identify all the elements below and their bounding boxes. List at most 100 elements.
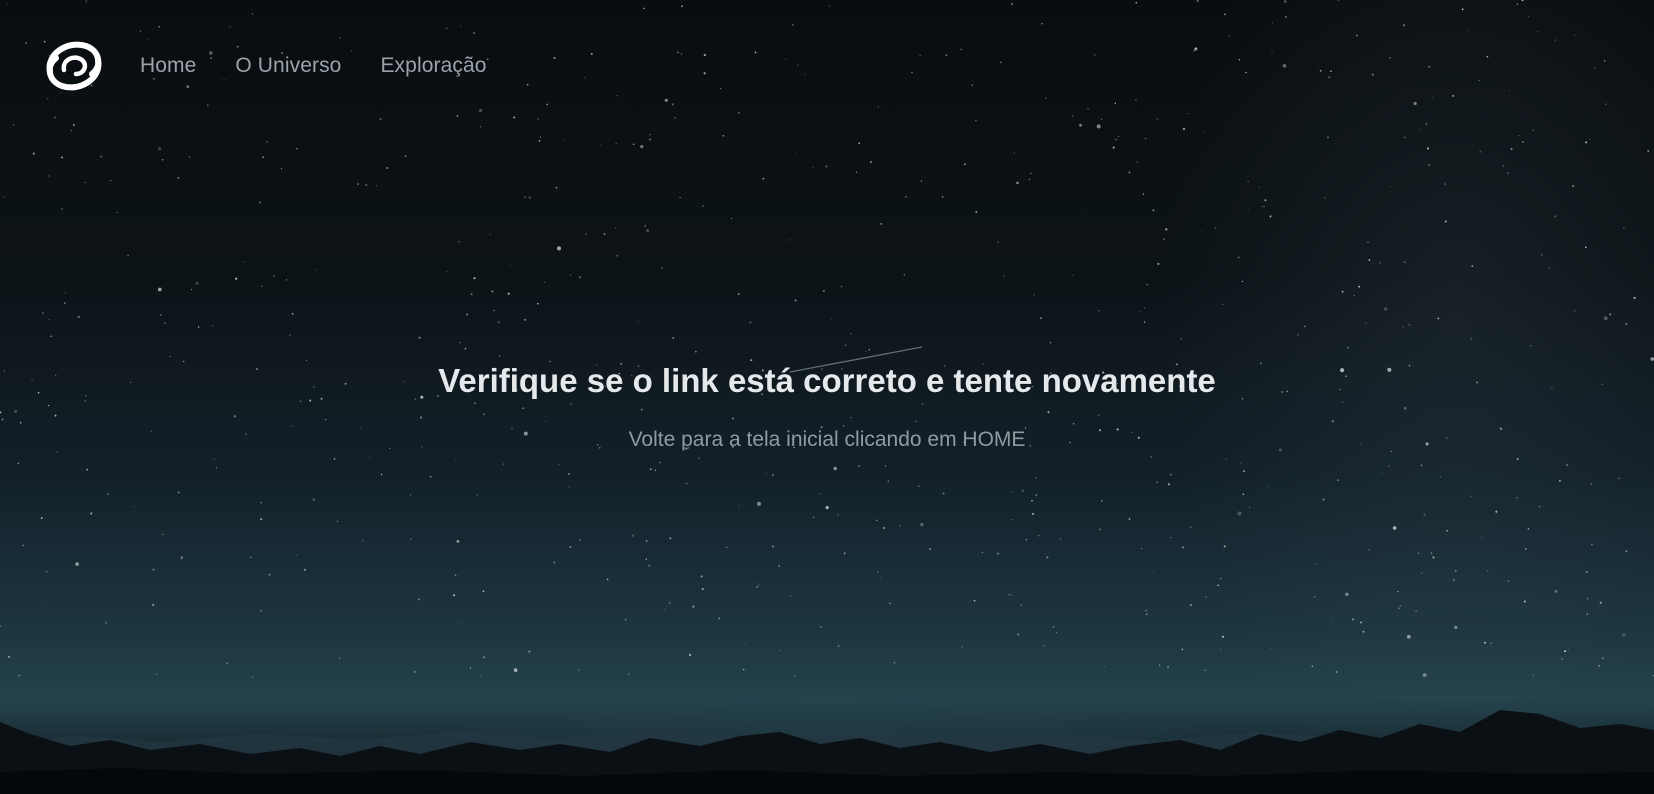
- star: [1157, 262, 1160, 265]
- star: [794, 153, 797, 155]
- star: [1271, 22, 1274, 24]
- star: [569, 274, 572, 276]
- star: [837, 644, 840, 648]
- star: [1479, 150, 1482, 153]
- star: [235, 277, 238, 280]
- star: [1371, 73, 1374, 76]
- error-title: Verifique se o link está correto e tente…: [438, 362, 1216, 399]
- star: [1196, 0, 1199, 2]
- star: [563, 139, 565, 141]
- star: [1010, 594, 1012, 596]
- star: [797, 64, 799, 66]
- star: [404, 155, 407, 158]
- star: [456, 115, 459, 117]
- star: [738, 505, 740, 507]
- star: [260, 518, 263, 521]
- star: [1625, 323, 1628, 325]
- star: [1508, 90, 1510, 92]
- star: [788, 239, 791, 241]
- star: [1455, 570, 1457, 572]
- star: [380, 473, 383, 476]
- star: [1219, 577, 1222, 580]
- star: [661, 267, 663, 269]
- star: [139, 30, 142, 32]
- nav-link-exploracao[interactable]: Exploração: [380, 54, 486, 78]
- star: [1470, 338, 1472, 340]
- spiral-galaxy-icon[interactable]: [42, 36, 106, 96]
- nav-link-o-universo[interactable]: O Universo: [235, 54, 341, 78]
- star: [478, 108, 483, 113]
- star: [677, 51, 679, 54]
- star: [85, 0, 88, 3]
- star: [459, 341, 461, 344]
- star: [1217, 584, 1220, 587]
- star: [162, 533, 164, 536]
- star: [1221, 635, 1225, 638]
- star: [1033, 294, 1035, 296]
- star: [1523, 600, 1526, 603]
- star: [491, 290, 494, 293]
- star: [1532, 674, 1534, 676]
- star: [285, 279, 288, 281]
- star: [362, 540, 364, 542]
- star: [1285, 16, 1287, 18]
- star: [758, 583, 761, 585]
- star: [1604, 103, 1607, 106]
- star: [1428, 65, 1430, 68]
- star: [1143, 321, 1146, 323]
- star: [785, 58, 787, 60]
- star: [63, 302, 66, 304]
- star: [778, 565, 781, 568]
- star: [659, 461, 661, 464]
- star: [1163, 238, 1165, 241]
- star: [493, 309, 495, 312]
- star: [273, 275, 275, 277]
- star: [671, 103, 675, 106]
- star: [268, 573, 271, 576]
- star: [1585, 571, 1588, 573]
- star: [1444, 220, 1447, 223]
- star: [692, 605, 695, 608]
- star: [365, 184, 368, 187]
- star: [1527, 527, 1530, 530]
- star: [507, 292, 510, 295]
- star: [855, 171, 858, 173]
- star: [1258, 186, 1260, 188]
- star: [499, 355, 501, 357]
- star: [1156, 481, 1159, 484]
- star: [1010, 491, 1013, 493]
- star: [1143, 307, 1146, 309]
- star: [1647, 150, 1650, 152]
- star: [1598, 664, 1601, 667]
- star: [1454, 625, 1458, 629]
- star: [1327, 136, 1329, 139]
- star: [1330, 70, 1332, 72]
- nav-link-home[interactable]: Home: [140, 54, 196, 78]
- star: [674, 117, 676, 119]
- star: [1368, 259, 1371, 261]
- star: [1270, 647, 1272, 650]
- star: [876, 527, 878, 529]
- star: [77, 315, 80, 319]
- star: [1194, 47, 1198, 51]
- star: [1167, 666, 1170, 668]
- star: [107, 493, 109, 495]
- star: [920, 180, 923, 182]
- star: [262, 156, 264, 158]
- star: [418, 336, 421, 339]
- star: [889, 602, 891, 604]
- star: [911, 71, 913, 74]
- star: [1156, 118, 1159, 120]
- star: [648, 564, 651, 567]
- star: [1332, 616, 1334, 619]
- star: [105, 621, 108, 624]
- star: [1013, 152, 1015, 154]
- star: [1538, 506, 1541, 508]
- star: [996, 552, 1000, 555]
- star: [1003, 275, 1005, 277]
- star: [376, 185, 378, 187]
- star: [1028, 178, 1031, 181]
- star: [1432, 556, 1435, 559]
- star: [837, 513, 840, 516]
- star: [538, 140, 541, 142]
